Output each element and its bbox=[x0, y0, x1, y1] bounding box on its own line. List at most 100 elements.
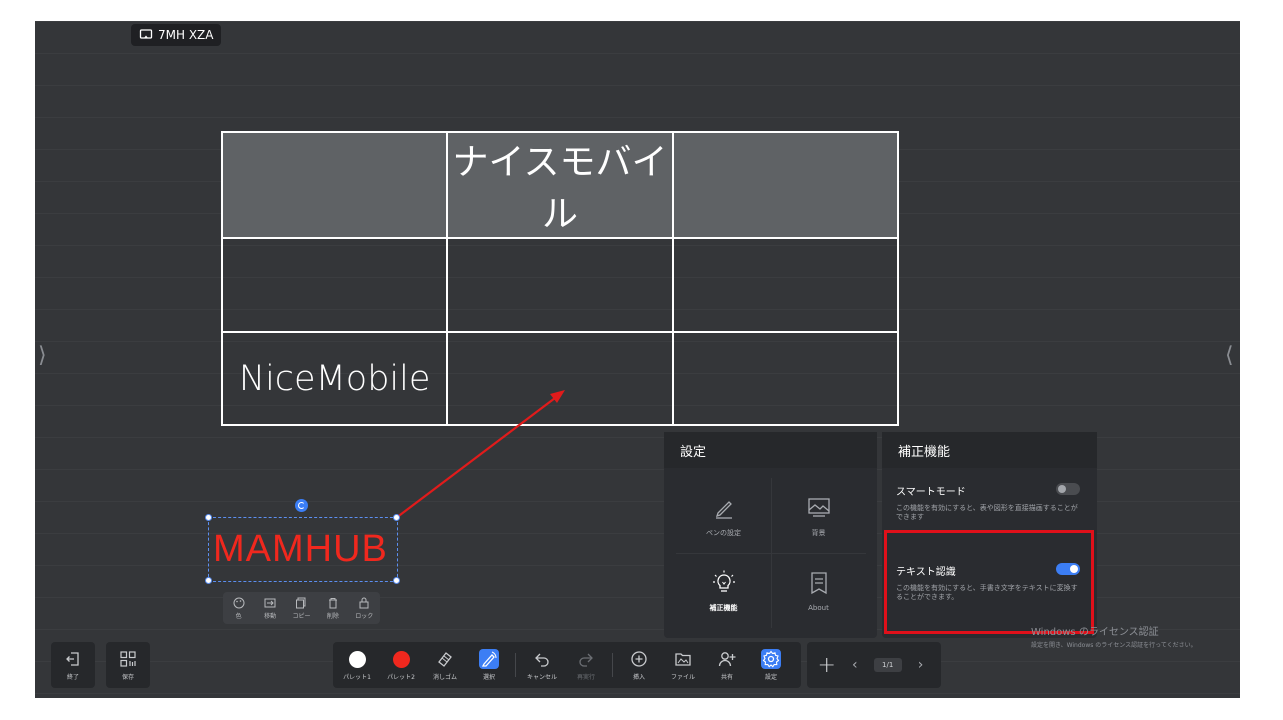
file-button[interactable]: ファイル bbox=[661, 645, 705, 685]
next-page-button[interactable]: › bbox=[911, 657, 931, 673]
delete-button-label: 削除 bbox=[326, 612, 339, 620]
toolbar-separator bbox=[612, 653, 613, 677]
exit-icon bbox=[66, 652, 79, 666]
palette-icon bbox=[233, 597, 245, 608]
selection-toolbar: 色 移動 コピー 削除 ロック bbox=[223, 592, 380, 624]
redo-button[interactable]: 再実行 bbox=[564, 645, 608, 685]
smart-mode-description: この機能を有効にすると、表や図形を直接描画することができます bbox=[896, 504, 1078, 521]
select-button[interactable]: 選択 bbox=[467, 645, 511, 685]
background-button[interactable]: 背景 bbox=[771, 478, 866, 553]
palette1-label: パレット1 bbox=[343, 674, 371, 681]
right-edge-expand-icon[interactable]: ⟨ bbox=[1225, 343, 1234, 368]
settings-label: 設定 bbox=[764, 674, 777, 681]
table-cell: NiceMobile bbox=[220, 331, 449, 426]
whiteboard-canvas[interactable]: 7MH XZA ⟩ ⟨ ナイスモバイル NiceMobile MAMHUB 色 … bbox=[35, 21, 1240, 698]
copy-icon bbox=[296, 597, 306, 608]
color-button[interactable]: 色 bbox=[224, 597, 254, 620]
toolbar-separator bbox=[515, 653, 516, 677]
palette2-button[interactable]: パレット2 bbox=[379, 645, 423, 685]
toggle-knob bbox=[1058, 485, 1066, 493]
highlight-annotation-box bbox=[884, 530, 1094, 634]
watermark-line1: Windows のライセンス認証 bbox=[1031, 627, 1159, 638]
exit-button[interactable]: 終了 bbox=[51, 645, 95, 685]
insert-button[interactable]: 挿入 bbox=[617, 645, 661, 685]
smart-mode-option: スマートモード この機能を有効にすると、表や図形を直接描画することができます bbox=[896, 483, 1082, 522]
select-icon bbox=[481, 651, 497, 667]
palette1-button[interactable]: パレット1 bbox=[335, 645, 379, 685]
correction-panel-title: 補正機能 bbox=[882, 432, 1097, 468]
settings-panel-title: 設定 bbox=[664, 432, 877, 468]
white-color-dot bbox=[348, 650, 366, 668]
resize-handle[interactable] bbox=[205, 577, 212, 584]
table-cell bbox=[671, 237, 900, 333]
correction-button[interactable]: 補正機能 bbox=[676, 553, 771, 628]
about-label: About bbox=[808, 603, 829, 612]
handwritten-text-mamhub[interactable]: MAMHUB bbox=[213, 528, 388, 571]
table-cell bbox=[220, 131, 449, 239]
resize-handle[interactable] bbox=[393, 577, 400, 584]
room-code-badge: 7MH XZA bbox=[131, 24, 222, 46]
settings-grid: ペンの設定 背景 補正機能 About bbox=[676, 478, 866, 628]
pen-settings-label: ペンの設定 bbox=[706, 528, 741, 537]
move-button-label: 移動 bbox=[264, 612, 277, 620]
resize-handle[interactable] bbox=[393, 514, 400, 521]
palette2-label: パレット2 bbox=[387, 674, 415, 681]
delete-button[interactable]: 削除 bbox=[318, 597, 348, 620]
save-button[interactable]: 保存 bbox=[106, 645, 150, 685]
move-button[interactable]: 移動 bbox=[255, 597, 285, 620]
qr-save-icon bbox=[120, 651, 136, 667]
file-label: ファイル bbox=[670, 674, 695, 681]
lock-icon bbox=[359, 597, 369, 608]
board-table[interactable]: ナイスモバイル NiceMobile bbox=[220, 131, 900, 426]
eraser-icon bbox=[438, 652, 452, 667]
exit-label: 終了 bbox=[66, 674, 79, 681]
windows-activation-watermark: Windows のライセンス認証 設定を開き、Windows のライセンス認証を… bbox=[1031, 623, 1197, 649]
move-icon bbox=[264, 598, 276, 607]
select-label: 選択 bbox=[482, 674, 495, 681]
insert-label: 挿入 bbox=[632, 674, 645, 681]
gear-icon bbox=[762, 650, 780, 668]
pen-settings-button[interactable]: ペンの設定 bbox=[676, 478, 771, 553]
plus-circle-icon bbox=[631, 651, 647, 667]
red-color-dot bbox=[392, 650, 410, 668]
background-label: 背景 bbox=[811, 528, 826, 537]
folder-icon bbox=[675, 653, 691, 666]
pen-icon bbox=[715, 500, 732, 519]
room-code-text: 7MH XZA bbox=[158, 28, 214, 42]
table-cell bbox=[220, 237, 449, 333]
copy-button[interactable]: コピー bbox=[286, 597, 316, 620]
image-icon bbox=[807, 497, 830, 517]
document-icon bbox=[810, 571, 827, 594]
resize-handle[interactable] bbox=[205, 514, 212, 521]
redo-icon bbox=[579, 653, 593, 667]
exit-button-container: 終了 bbox=[51, 642, 95, 688]
save-label: 保存 bbox=[121, 674, 134, 681]
table-cell bbox=[446, 331, 674, 426]
lock-button[interactable]: ロック bbox=[349, 597, 379, 620]
share-button[interactable]: 共有 bbox=[705, 645, 749, 685]
rotate-handle[interactable] bbox=[295, 499, 308, 512]
table-cell: ナイスモバイル bbox=[446, 131, 674, 239]
undo-icon bbox=[535, 653, 549, 667]
eraser-label: 消しゴム bbox=[432, 674, 457, 681]
undo-label: キャンセル bbox=[526, 674, 557, 681]
smart-mode-toggle[interactable] bbox=[1056, 483, 1080, 495]
cast-icon bbox=[139, 29, 153, 39]
eraser-button[interactable]: 消しゴム bbox=[423, 645, 467, 685]
settings-button[interactable]: 設定 bbox=[749, 645, 793, 685]
share-user-icon bbox=[718, 652, 736, 667]
correction-label: 補正機能 bbox=[709, 603, 738, 612]
undo-button[interactable]: キャンセル bbox=[520, 645, 564, 685]
main-toolbar: パレット1 パレット2 消しゴム 選択 キャンセル 再実行 挿入 ファイル 共有… bbox=[333, 642, 801, 688]
smart-mode-title: スマートモード bbox=[896, 487, 966, 498]
add-page-button[interactable]: + bbox=[817, 653, 835, 678]
lock-button-label: ロック bbox=[355, 612, 374, 620]
about-button[interactable]: About bbox=[771, 553, 866, 628]
table-cell bbox=[671, 131, 900, 239]
trash-icon bbox=[328, 597, 337, 608]
redo-label: 再実行 bbox=[576, 674, 595, 681]
prev-page-button[interactable]: ‹ bbox=[845, 657, 865, 673]
left-edge-expand-icon[interactable]: ⟩ bbox=[38, 343, 47, 368]
color-button-label: 色 bbox=[235, 612, 242, 620]
lightbulb-icon bbox=[712, 570, 735, 592]
